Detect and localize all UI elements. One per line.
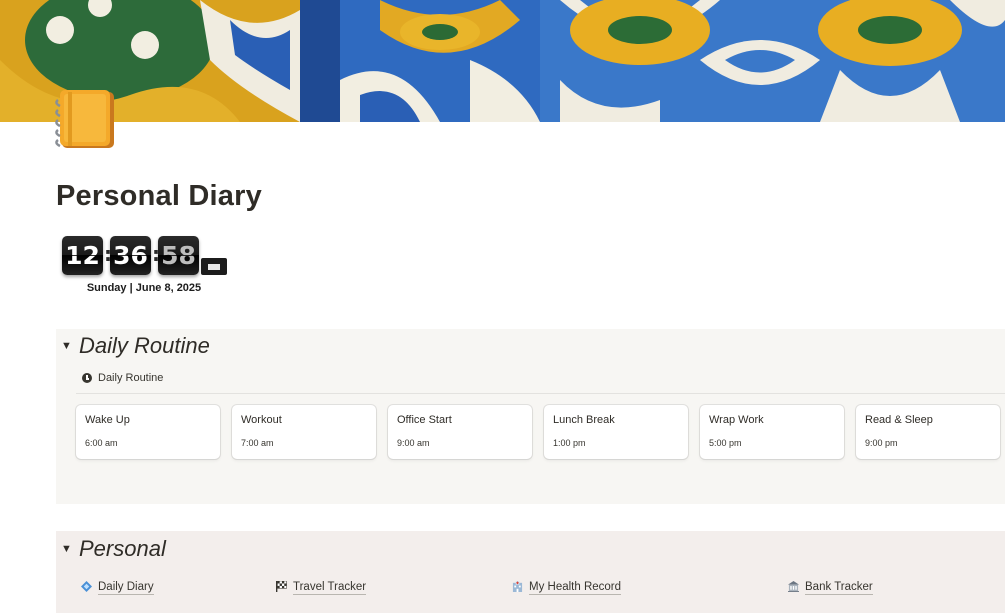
diamond-icon — [81, 581, 92, 592]
toggle-triangle-icon[interactable]: ▼ — [61, 340, 72, 352]
gallery-card[interactable]: Workout 7:00 am — [232, 405, 376, 459]
clock-hours: 12 — [62, 236, 103, 275]
card-title: Wrap Work — [709, 414, 764, 426]
card-time: 7:00 am — [241, 438, 274, 448]
gallery-card[interactable]: Office Start 9:00 am — [388, 405, 532, 459]
hospital-icon — [512, 581, 523, 592]
page-title[interactable]: Personal Diary — [56, 180, 262, 213]
card-time: 9:00 am — [397, 438, 430, 448]
clock-seconds: 58 — [158, 236, 199, 275]
daily-routine-callout: ▼ Daily Routine Daily Routine Wake Up 6:… — [56, 329, 1005, 504]
clock-minutes: 36 — [110, 236, 151, 275]
link-label[interactable]: Daily Diary — [98, 580, 154, 595]
card-time: 6:00 am — [85, 438, 118, 448]
clock-date: Sunday | June 8, 2025 — [86, 282, 202, 294]
card-time: 9:00 pm — [865, 438, 898, 448]
card-title: Lunch Break — [553, 414, 615, 426]
link-label[interactable]: Travel Tracker — [293, 580, 367, 595]
gallery-card[interactable]: Read & Sleep 9:00 pm — [856, 405, 1000, 459]
personal-callout: ▼ Personal Daily Diary Travel Tracker My… — [56, 531, 1005, 613]
card-title: Workout — [241, 414, 282, 426]
toggle-triangle-icon[interactable]: ▼ — [61, 543, 72, 555]
gallery-card[interactable]: Lunch Break 1:00 pm — [544, 405, 688, 459]
section-heading[interactable]: Daily Routine — [79, 333, 210, 359]
card-title: Wake Up — [85, 414, 130, 426]
card-time: 1:00 pm — [553, 438, 586, 448]
clock-icon — [82, 373, 92, 383]
card-title: Office Start — [397, 414, 452, 426]
gallery-card[interactable]: Wrap Work 5:00 pm — [700, 405, 844, 459]
checkered-flag-icon — [276, 581, 287, 592]
card-title: Read & Sleep — [865, 414, 933, 426]
link-label[interactable]: My Health Record — [529, 580, 622, 595]
cover-image — [0, 0, 1005, 122]
database-title[interactable]: Daily Routine — [98, 372, 163, 384]
card-time: 5:00 pm — [709, 438, 742, 448]
bank-icon — [788, 581, 799, 592]
am-pm-indicator — [201, 258, 227, 275]
link-label[interactable]: Bank Tracker — [805, 580, 873, 595]
divider — [76, 393, 1005, 394]
gallery-card[interactable]: Wake Up 6:00 am — [76, 405, 220, 459]
notebook-icon[interactable] — [54, 88, 118, 152]
section-heading[interactable]: Personal — [79, 536, 166, 562]
